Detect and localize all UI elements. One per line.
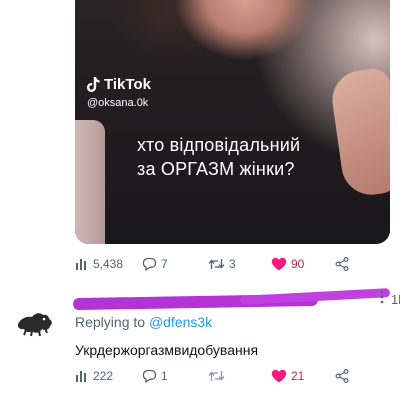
share-button[interactable] [335,257,349,271]
reply-reply-button[interactable]: 1 [142,369,168,383]
reply-timestamp[interactable]: 1h [391,292,400,307]
tiktok-icon [87,77,100,92]
reply-body-text: Укрдержоргазмвидобування [75,342,259,358]
replying-to-line: Replying to @dfens3k [75,314,212,330]
tiktok-author-handle: @oksana.0k [87,97,149,109]
retweet-icon [208,259,225,269]
views-count: 5,438 [93,257,124,271]
share-icon [335,369,349,383]
reply-views-count: 222 [93,369,114,383]
embedded-video[interactable]: TikTok @oksana.0k хто відповідальний за … [75,0,390,244]
video-caption: хто відповідальний за ОРГАЗМ жінки? [137,133,390,181]
views-icon [76,371,86,382]
share-icon [335,257,349,271]
reply-count: 7 [161,257,168,271]
retweet-button[interactable]: 3 [208,257,236,271]
reply-reply-count: 1 [161,369,168,383]
reply-action-bar: 222 1 21 [75,366,360,386]
heart-icon [271,369,287,383]
heart-icon [271,257,287,271]
reply-views-button[interactable]: 222 [75,369,113,383]
tweet-action-bar: 5,438 7 3 90 [75,254,360,274]
retweet-count: 3 [229,257,236,271]
more-options-button[interactable] [375,290,389,304]
replying-to-prefix: Replying to [75,314,149,330]
reply-like-button[interactable]: 21 [271,369,304,383]
reply-like-count: 21 [291,369,305,383]
reply-icon [142,257,157,271]
avatar-emblem-icon [17,313,52,337]
replying-to-handle-link[interactable]: @dfens3k [149,314,212,330]
views-icon [76,259,86,270]
views-button[interactable]: 5,438 [75,257,123,271]
caption-line-1: хто відповідальний [137,135,301,155]
avatar[interactable] [12,300,56,344]
retweet-icon [208,371,225,381]
reply-share-button[interactable] [335,369,349,383]
reply-icon [142,369,157,383]
reply-header: 1h [72,288,400,312]
video-background-chair [75,120,105,244]
reply-retweet-button[interactable] [208,369,229,383]
caption-line-2: за ОРГАЗМ жінки? [137,159,295,179]
like-button[interactable]: 90 [271,257,304,271]
reply-button[interactable]: 7 [142,257,168,271]
like-count: 90 [291,257,305,271]
more-icon [380,290,384,304]
tiktok-logo: TikTok [87,76,151,93]
tiktok-brand-label: TikTok [104,76,151,93]
